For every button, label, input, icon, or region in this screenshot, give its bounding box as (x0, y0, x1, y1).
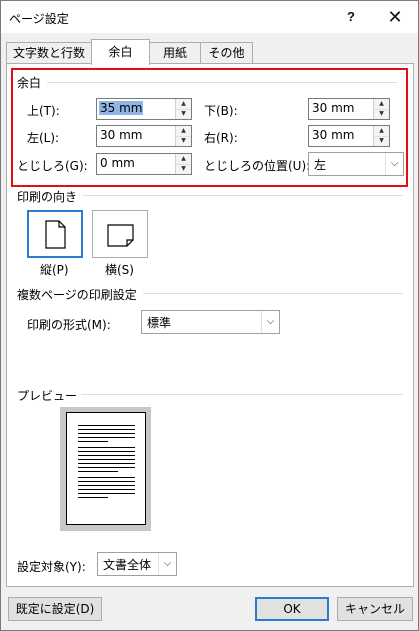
help-button[interactable]: ? (328, 1, 374, 33)
multi-page-group-title: 複数ページの印刷設定 (17, 286, 141, 303)
tab-margins[interactable]: 余白 (91, 39, 150, 65)
close-button[interactable]: ✕ (372, 1, 418, 33)
tab-paper[interactable]: 用紙 (149, 42, 201, 64)
page-setup-dialog: ページ設定 ? ✕ 文字数と行数 余白 用紙 その他 余白 上(T): 35 m… (0, 0, 419, 631)
gutter-spinner[interactable]: 0 mm ▲ ▼ (96, 153, 192, 175)
tab-char-lines[interactable]: 文字数と行数 (6, 42, 92, 64)
apply-to-dropdown[interactable]: 文書全体 ⌵ (97, 552, 177, 576)
landscape-page-icon (107, 224, 134, 247)
orientation-group-divider (83, 195, 403, 196)
bottom-margin-label: 下(B): (204, 104, 238, 118)
spin-down-icon[interactable]: ▼ (176, 136, 191, 146)
margins-group-title: 余白 (17, 74, 46, 91)
cancel-button[interactable]: キャンセル (337, 597, 413, 621)
left-margin-label: 左(L): (27, 131, 60, 145)
portrait-button[interactable] (27, 210, 83, 258)
chevron-down-icon[interactable]: ⌵ (385, 153, 403, 175)
orientation-group-title: 印刷の向き (17, 188, 82, 205)
top-margin-label: 上(T): (27, 104, 60, 118)
apply-to-value: 文書全体 (103, 558, 152, 572)
ok-button[interactable]: OK (255, 597, 329, 621)
gutter-label: とじしろ(G): (17, 159, 88, 173)
gutter-value[interactable]: 0 mm (100, 156, 135, 170)
landscape-label[interactable]: 横(S) (105, 261, 134, 278)
tab-other[interactable]: その他 (200, 42, 253, 64)
window-title: ページ設定 (9, 12, 69, 26)
print-format-label: 印刷の形式(M): (27, 318, 111, 332)
preview-group-divider (68, 394, 403, 395)
multi-page-group-divider (143, 293, 403, 294)
gutter-position-label: とじしろの位置(U): (204, 159, 311, 173)
bottom-margin-value[interactable]: 30 mm (312, 101, 354, 115)
print-format-value: 標準 (147, 316, 172, 330)
right-margin-spinner[interactable]: 30 mm ▲ ▼ (308, 125, 390, 147)
right-margin-label: 右(R): (204, 131, 238, 145)
print-format-dropdown[interactable]: 標準 ⌵ (141, 310, 280, 334)
bottom-margin-spinner[interactable]: 30 mm ▲ ▼ (308, 98, 390, 120)
top-margin-value[interactable]: 35 mm (99, 101, 144, 115)
set-default-button[interactable]: 既定に設定(D) (8, 597, 102, 621)
chevron-down-icon[interactable]: ⌵ (158, 553, 176, 575)
landscape-button[interactable] (92, 210, 148, 258)
gutter-position-value: 左 (314, 158, 327, 172)
preview-page (66, 412, 146, 525)
spin-down-icon[interactable]: ▼ (374, 109, 389, 119)
portrait-page-icon (45, 220, 66, 249)
left-margin-spinner[interactable]: 30 mm ▲ ▼ (96, 125, 192, 147)
preview-group-title: プレビュー (17, 387, 82, 404)
title-bar: ページ設定 ? ✕ (1, 1, 418, 33)
gutter-position-dropdown[interactable]: 左 ⌵ (308, 152, 404, 176)
spin-down-icon[interactable]: ▼ (176, 164, 191, 174)
portrait-label[interactable]: 縦(P) (40, 261, 69, 278)
left-margin-value[interactable]: 30 mm (100, 128, 142, 142)
spin-down-icon[interactable]: ▼ (374, 136, 389, 146)
apply-to-label: 設定対象(Y): (17, 560, 86, 574)
spin-down-icon[interactable]: ▼ (176, 109, 191, 119)
right-margin-value[interactable]: 30 mm (312, 128, 354, 142)
top-margin-spinner[interactable]: 35 mm ▲ ▼ (96, 98, 192, 120)
chevron-down-icon[interactable]: ⌵ (261, 311, 279, 333)
